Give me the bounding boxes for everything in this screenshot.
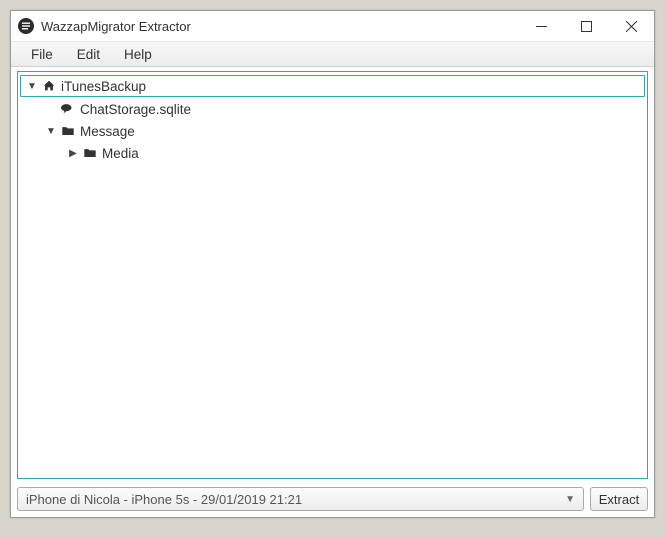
bottom-bar: iPhone di Nicola - iPhone 5s - 29/01/201… xyxy=(11,483,654,517)
tree-node-media[interactable]: ▶ Media xyxy=(18,142,647,164)
backup-select-value: iPhone di Nicola - iPhone 5s - 29/01/201… xyxy=(26,492,302,507)
app-window: WazzapMigrator Extractor File Edit Help … xyxy=(10,10,655,518)
menu-file[interactable]: File xyxy=(19,45,65,64)
close-icon xyxy=(626,21,637,32)
home-icon xyxy=(41,78,57,94)
close-button[interactable] xyxy=(609,11,654,41)
title-bar: WazzapMigrator Extractor xyxy=(11,11,654,41)
backup-select[interactable]: iPhone di Nicola - iPhone 5s - 29/01/201… xyxy=(17,487,584,511)
extract-button[interactable]: Extract xyxy=(590,487,648,511)
menu-help[interactable]: Help xyxy=(112,45,164,64)
menu-edit[interactable]: Edit xyxy=(65,45,112,64)
tree-node-label: ChatStorage.sqlite xyxy=(80,102,191,117)
tree-node-label: iTunesBackup xyxy=(61,79,146,94)
chevron-right-icon[interactable]: ▶ xyxy=(66,148,80,159)
chevron-down-icon[interactable]: ▼ xyxy=(25,81,39,92)
tree-node-itunesbackup[interactable]: ▼ iTunesBackup xyxy=(20,75,645,97)
chevron-down-icon: ▼ xyxy=(565,494,575,505)
folder-icon xyxy=(82,145,98,161)
maximize-icon xyxy=(581,21,592,32)
folder-icon xyxy=(60,123,76,139)
minimize-button[interactable] xyxy=(519,11,564,41)
tree-view[interactable]: ▼ iTunesBackup ▶ ChatStorage.sqlite ▼ xyxy=(17,71,648,479)
tree-node-label: Message xyxy=(80,124,135,139)
app-icon xyxy=(17,17,35,35)
tree-node-label: Media xyxy=(102,146,139,161)
minimize-icon xyxy=(536,21,547,32)
tree-node-chatstorage[interactable]: ▶ ChatStorage.sqlite xyxy=(18,98,647,120)
chat-icon xyxy=(60,101,76,117)
maximize-button[interactable] xyxy=(564,11,609,41)
menu-bar: File Edit Help xyxy=(11,41,654,67)
extract-button-label: Extract xyxy=(599,492,639,507)
window-title: WazzapMigrator Extractor xyxy=(41,19,191,34)
chevron-down-icon[interactable]: ▼ xyxy=(44,126,58,137)
tree-node-message[interactable]: ▼ Message xyxy=(18,120,647,142)
